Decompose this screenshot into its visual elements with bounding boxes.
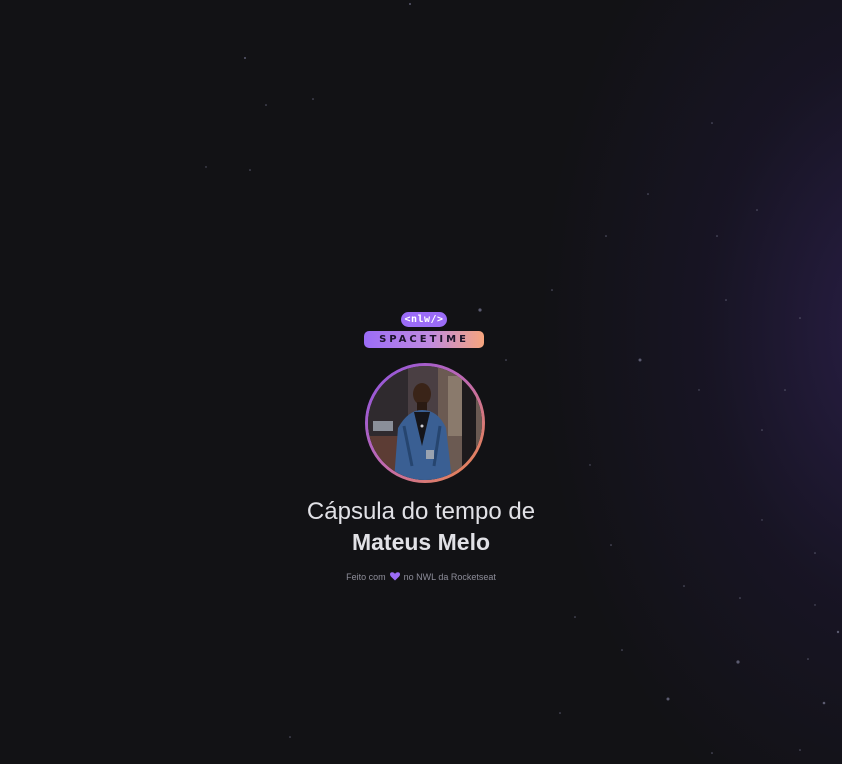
- avatar: [368, 366, 482, 480]
- footer-credit: Feito com no NWL da Rocketseat: [0, 571, 842, 584]
- nlw-spacetime-logo: <nlw/> SPACETIME: [364, 312, 486, 350]
- capsule-owner-name: Mateus Melo: [351, 529, 491, 555]
- heart-icon: [389, 572, 400, 584]
- footer-suffix: no NWL da Rocketseat: [403, 572, 496, 582]
- logo-nlw-badge: <nlw/>: [401, 312, 447, 327]
- capsule-title: Cápsula do tempo de: [306, 498, 536, 525]
- logo-wordmark: SPACETIME: [364, 331, 484, 348]
- footer-prefix: Feito com: [346, 572, 386, 582]
- avatar-ring: [365, 363, 485, 483]
- avatar-photo: [368, 366, 482, 480]
